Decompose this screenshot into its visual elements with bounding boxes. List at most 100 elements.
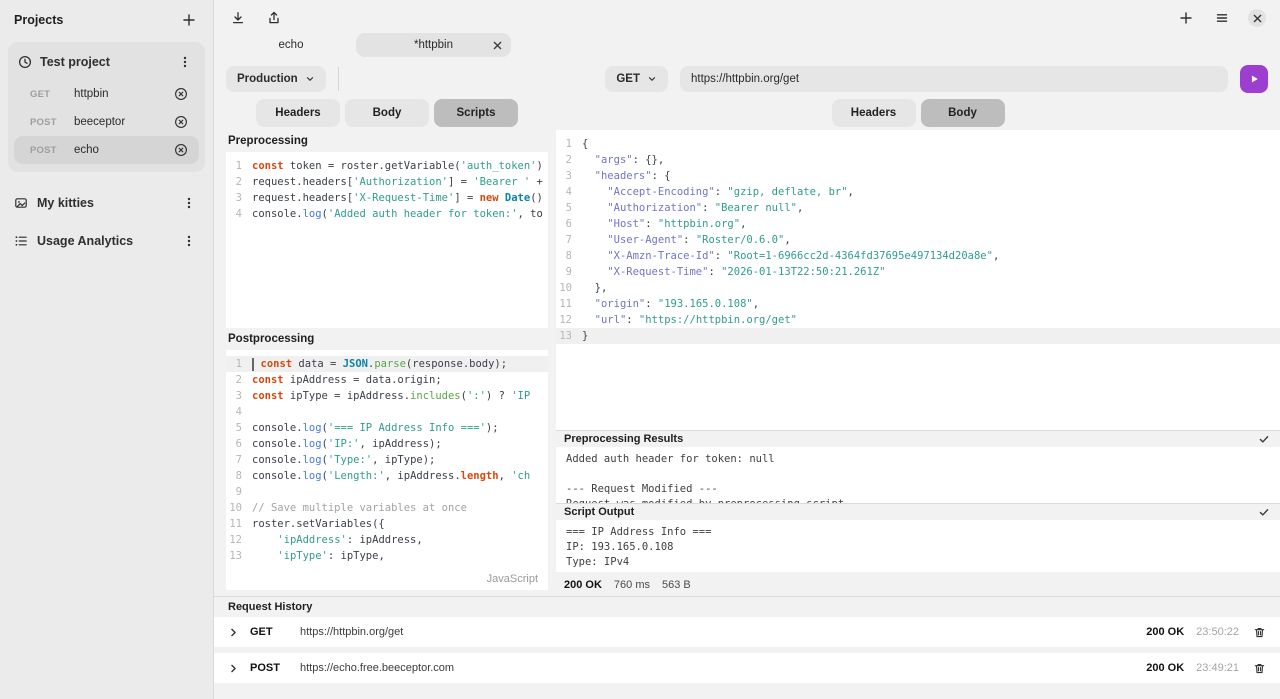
window-close-button[interactable] xyxy=(1248,9,1266,27)
method-dropdown[interactable]: GET xyxy=(605,66,668,92)
share-icon xyxy=(267,11,281,25)
request-panel-tabs: Headers Body Scripts xyxy=(226,96,548,130)
status-code: 200 OK xyxy=(564,579,602,591)
tab-scripts[interactable]: Scripts xyxy=(434,99,518,127)
delete-history-button[interactable] xyxy=(1253,626,1266,639)
tab-headers[interactable]: Headers xyxy=(256,99,340,127)
history-method: GET xyxy=(250,626,300,638)
tab-response-body[interactable]: Body xyxy=(921,99,1005,127)
sidebar-item-my-kitties[interactable]: My kitties xyxy=(8,184,205,222)
import-button[interactable] xyxy=(228,8,248,28)
sidebar-header: Projects xyxy=(8,6,205,42)
export-button[interactable] xyxy=(264,8,284,28)
url-input[interactable] xyxy=(680,66,1228,92)
chevron-down-icon xyxy=(647,74,657,84)
delete-history-button[interactable] xyxy=(1253,662,1266,675)
new-tab-button[interactable] xyxy=(1176,8,1196,28)
project-name: Test project xyxy=(40,55,167,69)
tab-response-headers[interactable]: Headers xyxy=(832,99,916,127)
tab-httpbin-active[interactable]: *httpbin xyxy=(356,33,511,57)
check-icon xyxy=(1258,433,1270,445)
language-label: JavaScript xyxy=(487,573,538,585)
sidebar-item-httpbin[interactable]: GET httpbin xyxy=(14,80,199,108)
response-status-bar: 200 OK 760 ms 563 B xyxy=(556,572,1280,594)
history-timestamp: 23:49:21 xyxy=(1196,662,1239,674)
list-icon xyxy=(14,234,28,248)
project-group: Test project GET httpbin POST beeceptor xyxy=(8,42,205,172)
trash-icon xyxy=(1253,626,1266,639)
kebab-icon xyxy=(183,196,195,210)
section-menu-button[interactable] xyxy=(179,231,199,251)
chevron-right-icon[interactable] xyxy=(228,627,250,638)
section-label: My kitties xyxy=(37,196,170,210)
response-size: 563 B xyxy=(662,579,691,591)
response-body-editor[interactable]: 1{2 "args": {},3 "headers": {4 "Accept-E… xyxy=(556,130,1280,430)
method-label: GET xyxy=(616,73,640,85)
send-button[interactable] xyxy=(1240,65,1268,93)
circle-x-icon xyxy=(174,115,188,129)
history-url: https://httpbin.org/get xyxy=(300,626,403,638)
chevron-down-icon xyxy=(305,74,315,84)
chevron-right-icon[interactable] xyxy=(228,663,250,674)
project-menu-button[interactable] xyxy=(175,52,195,72)
content-area: Headers Body Scripts Preprocessing 1cons… xyxy=(214,96,1280,596)
postprocessing-editor[interactable]: 1const data = JSON.parse(response.body);… xyxy=(226,350,548,590)
script-output-header[interactable]: Script Output xyxy=(556,503,1280,520)
preprocessing-results-header[interactable]: Preprocessing Results xyxy=(556,430,1280,447)
menu-button[interactable] xyxy=(1212,8,1232,28)
environment-dropdown[interactable]: Production xyxy=(226,66,326,92)
remove-request-button[interactable] xyxy=(171,84,191,104)
remove-request-button[interactable] xyxy=(171,112,191,132)
tab-close-button[interactable] xyxy=(493,41,502,50)
tab-label: Headers xyxy=(275,107,320,119)
section-menu-button[interactable] xyxy=(179,193,199,213)
trash-icon xyxy=(1253,662,1266,675)
projects-title: Projects xyxy=(14,13,63,27)
tab-label: Headers xyxy=(851,107,896,119)
tab-label: Body xyxy=(373,107,402,119)
request-method-label: POST xyxy=(30,145,66,156)
preprocessing-results-title: Preprocessing Results xyxy=(564,433,683,445)
postprocessing-label: Postprocessing xyxy=(226,328,548,350)
preprocessing-label: Preprocessing xyxy=(226,130,548,152)
history-status: 200 OK xyxy=(1146,662,1184,674)
preprocessing-results-output: Added auth header for token: null --- Re… xyxy=(556,447,1280,503)
history-status: 200 OK xyxy=(1146,626,1184,638)
main-area: echo *httpbin Production GET xyxy=(214,0,1280,699)
sidebar-item-echo[interactable]: POST echo xyxy=(14,136,199,164)
tab-label: echo xyxy=(279,39,304,51)
scripts-panel: Headers Body Scripts Preprocessing 1cons… xyxy=(226,96,548,596)
sidebar-item-usage-analytics[interactable]: Usage Analytics xyxy=(8,222,205,260)
remove-request-button[interactable] xyxy=(171,140,191,160)
project-header[interactable]: Test project xyxy=(14,48,199,80)
toolbar xyxy=(214,0,1280,30)
project-status-icon xyxy=(18,55,32,69)
response-time: 760 ms xyxy=(614,579,650,591)
request-history-title: Request History xyxy=(214,597,1280,617)
history-row[interactable]: POST https://echo.free.beeceptor.com 200… xyxy=(214,653,1280,683)
kebab-icon xyxy=(183,234,195,248)
plus-icon xyxy=(182,13,196,27)
tab-label: Scripts xyxy=(457,107,496,119)
history-method: POST xyxy=(250,662,300,674)
response-panel: Headers Body 1{2 "args": {},3 "headers":… xyxy=(556,96,1280,596)
app-window: Projects Test project GET httpbin xyxy=(0,0,1280,699)
sidebar-item-beeceptor[interactable]: POST beeceptor xyxy=(14,108,199,136)
request-history: Request History GET https://httpbin.org/… xyxy=(214,596,1280,699)
request-method-label: GET xyxy=(30,89,66,100)
kebab-icon xyxy=(179,55,191,69)
image-icon xyxy=(14,196,28,210)
request-method-label: POST xyxy=(30,117,66,128)
environment-label: Production xyxy=(237,73,298,85)
tab-body[interactable]: Body xyxy=(345,99,429,127)
script-output-console: === IP Address Info ===IP: 193.165.0.108… xyxy=(556,520,1280,572)
request-name-label: beeceptor xyxy=(66,116,171,128)
section-label: Usage Analytics xyxy=(37,234,170,248)
request-name-label: httpbin xyxy=(66,88,171,100)
add-project-button[interactable] xyxy=(179,10,199,30)
history-row[interactable]: GET https://httpbin.org/get 200 OK 23:50… xyxy=(214,617,1280,647)
preprocessing-editor[interactable]: 1const token = roster.getVariable('auth_… xyxy=(226,152,548,328)
tab-echo[interactable]: echo xyxy=(226,33,356,57)
check-icon xyxy=(1258,506,1270,518)
request-name-label: echo xyxy=(66,144,171,156)
